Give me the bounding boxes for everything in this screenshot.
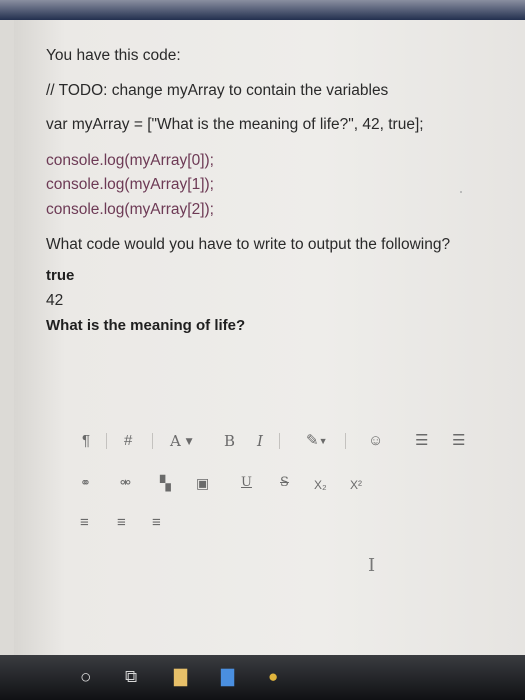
array-declaration: var myArray = ["What is the meaning of l… <box>46 116 424 133</box>
intro-text: You have this code: <box>46 47 181 64</box>
scroll-marker <box>460 191 462 193</box>
window-top-edge <box>0 0 525 20</box>
output-line-1: 42 <box>46 292 64 309</box>
cortana-icon[interactable]: ○ <box>80 667 91 689</box>
code-line-0: console.log(myArray[0]); <box>46 152 214 169</box>
comment-line: // TODO: change myArray to contain the v… <box>46 82 389 99</box>
chrome-icon[interactable]: ● <box>268 667 278 687</box>
output-line-2: What is the meaning of life? <box>46 317 246 334</box>
taskbar: ○ ⧉ ▇ ▇ ● <box>0 655 525 700</box>
question-prompt: What code would you have to write to out… <box>46 236 451 253</box>
code-line-2: console.log(myArray[2]); <box>46 201 214 218</box>
code-line-1: console.log(myArray[1]); <box>46 176 214 193</box>
task-view-icon[interactable]: ⧉ <box>125 667 137 687</box>
output-line-0: true <box>46 267 75 284</box>
text-cursor-icon: I <box>368 555 376 576</box>
file-explorer-icon[interactable]: ▇ <box>174 667 187 687</box>
answer-editor[interactable] <box>48 398 498 598</box>
store-icon[interactable]: ▇ <box>221 667 234 687</box>
